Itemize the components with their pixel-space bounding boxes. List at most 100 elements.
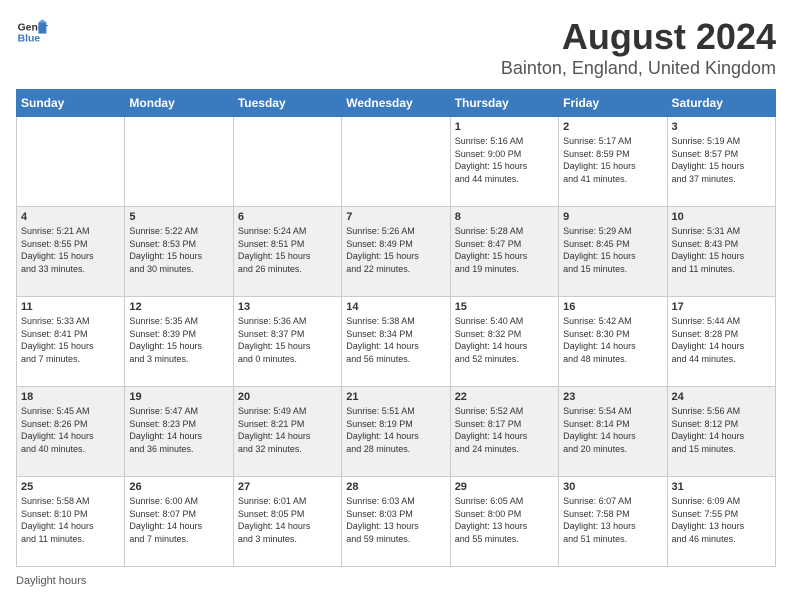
day-number: 25 [21,481,120,493]
calendar-cell: 21 Sunrise: 5:51 AM Sunset: 8:19 PM Dayli… [342,387,450,477]
day-number: 24 [672,391,771,403]
day-info: Sunrise: 5:44 AM Sunset: 8:28 PM Dayligh… [672,315,771,365]
day-info: Sunrise: 5:33 AM Sunset: 8:41 PM Dayligh… [21,315,120,365]
day-header-saturday: Saturday [667,90,775,117]
week-row-4: 18 Sunrise: 5:45 AM Sunset: 8:26 PM Dayli… [17,387,776,477]
logo: General Blue [16,16,48,48]
day-number: 9 [563,211,662,223]
daylight-hours-label: Daylight hours [16,575,86,587]
day-number: 21 [346,391,445,403]
day-header-wednesday: Wednesday [342,90,450,117]
day-header-thursday: Thursday [450,90,558,117]
calendar-cell: 2Sunrise: 5:17 AM Sunset: 8:59 PM Daylig… [559,117,667,207]
calendar-cell [125,117,233,207]
day-number: 4 [21,211,120,223]
day-info: Sunrise: 5:29 AM Sunset: 8:45 PM Dayligh… [563,225,662,275]
calendar-cell: 18 Sunrise: 5:45 AM Sunset: 8:26 PM Dayli… [17,387,125,477]
day-info: Sunrise: 5:24 AM Sunset: 8:51 PM Dayligh… [238,225,337,275]
day-number: 22 [455,391,554,403]
calendar-cell: 8 Sunrise: 5:28 AM Sunset: 8:47 PM Daylig… [450,207,558,297]
calendar-cell: 25 Sunrise: 5:58 AM Sunset: 8:10 PM Dayli… [17,477,125,567]
calendar-cell: 10 Sunrise: 5:31 AM Sunset: 8:43 PM Dayli… [667,207,775,297]
day-number: 30 [563,481,662,493]
day-number: 5 [129,211,228,223]
calendar-cell: 19 Sunrise: 5:47 AM Sunset: 8:23 PM Dayli… [125,387,233,477]
calendar-cell: 4 Sunrise: 5:21 AM Sunset: 8:55 PM Daylig… [17,207,125,297]
calendar-cell: 26 Sunrise: 6:00 AM Sunset: 8:07 PM Dayli… [125,477,233,567]
day-header-tuesday: Tuesday [233,90,341,117]
day-number: 8 [455,211,554,223]
week-row-5: 25 Sunrise: 5:58 AM Sunset: 8:10 PM Dayli… [17,477,776,567]
calendar-cell: 5 Sunrise: 5:22 AM Sunset: 8:53 PM Daylig… [125,207,233,297]
day-number: 18 [21,391,120,403]
day-info: Sunrise: 5:40 AM Sunset: 8:32 PM Dayligh… [455,315,554,365]
calendar-cell [17,117,125,207]
subtitle: Bainton, England, United Kingdom [501,58,776,79]
day-number: 13 [238,301,337,313]
day-info: Sunrise: 5:56 AM Sunset: 8:12 PM Dayligh… [672,405,771,455]
day-number: 16 [563,301,662,313]
day-info: Sunrise: 5:52 AM Sunset: 8:17 PM Dayligh… [455,405,554,455]
day-header-sunday: Sunday [17,90,125,117]
day-info: Sunrise: 5:58 AM Sunset: 8:10 PM Dayligh… [21,495,120,545]
day-info: Sunrise: 5:28 AM Sunset: 8:47 PM Dayligh… [455,225,554,275]
calendar-cell: 31Sunrise: 6:09 AM Sunset: 7:55 PM Dayli… [667,477,775,567]
day-info: Sunrise: 6:05 AM Sunset: 8:00 PM Dayligh… [455,495,554,545]
calendar-cell: 23Sunrise: 5:54 AM Sunset: 8:14 PM Dayli… [559,387,667,477]
week-row-2: 4 Sunrise: 5:21 AM Sunset: 8:55 PM Daylig… [17,207,776,297]
day-number: 29 [455,481,554,493]
header: General Blue August 2024 Bainton, Englan… [16,16,776,79]
day-info: Sunrise: 5:45 AM Sunset: 8:26 PM Dayligh… [21,405,120,455]
day-info: Sunrise: 5:49 AM Sunset: 8:21 PM Dayligh… [238,405,337,455]
calendar-cell: 13 Sunrise: 5:36 AM Sunset: 8:37 PM Dayli… [233,297,341,387]
calendar-cell: 7 Sunrise: 5:26 AM Sunset: 8:49 PM Daylig… [342,207,450,297]
calendar-cell: 20 Sunrise: 5:49 AM Sunset: 8:21 PM Dayli… [233,387,341,477]
week-row-1: 1Sunrise: 5:16 AM Sunset: 9:00 PM Daylig… [17,117,776,207]
day-info: Sunrise: 6:00 AM Sunset: 8:07 PM Dayligh… [129,495,228,545]
day-info: Sunrise: 6:01 AM Sunset: 8:05 PM Dayligh… [238,495,337,545]
day-info: Sunrise: 5:17 AM Sunset: 8:59 PM Dayligh… [563,135,662,185]
day-info: Sunrise: 5:19 AM Sunset: 8:57 PM Dayligh… [672,135,771,185]
calendar-header: SundayMondayTuesdayWednesdayThursdayFrid… [17,90,776,117]
svg-text:Blue: Blue [18,34,41,45]
calendar-cell: 24 Sunrise: 5:56 AM Sunset: 8:12 PM Dayli… [667,387,775,477]
day-info: Sunrise: 5:21 AM Sunset: 8:55 PM Dayligh… [21,225,120,275]
day-number: 26 [129,481,228,493]
day-number: 12 [129,301,228,313]
calendar-cell [233,117,341,207]
day-info: Sunrise: 6:03 AM Sunset: 8:03 PM Dayligh… [346,495,445,545]
calendar-cell: 1Sunrise: 5:16 AM Sunset: 9:00 PM Daylig… [450,117,558,207]
day-info: Sunrise: 5:22 AM Sunset: 8:53 PM Dayligh… [129,225,228,275]
calendar-cell: 15Sunrise: 5:40 AM Sunset: 8:32 PM Dayli… [450,297,558,387]
day-number: 3 [672,121,771,133]
day-number: 17 [672,301,771,313]
day-info: Sunrise: 5:47 AM Sunset: 8:23 PM Dayligh… [129,405,228,455]
day-number: 1 [455,121,554,133]
calendar-cell: 29 Sunrise: 6:05 AM Sunset: 8:00 PM Dayli… [450,477,558,567]
day-number: 7 [346,211,445,223]
day-info: Sunrise: 5:51 AM Sunset: 8:19 PM Dayligh… [346,405,445,455]
day-number: 20 [238,391,337,403]
calendar-table: SundayMondayTuesdayWednesdayThursdayFrid… [16,89,776,567]
day-info: Sunrise: 5:26 AM Sunset: 8:49 PM Dayligh… [346,225,445,275]
calendar-body: 1Sunrise: 5:16 AM Sunset: 9:00 PM Daylig… [17,117,776,567]
day-number: 14 [346,301,445,313]
day-header-friday: Friday [559,90,667,117]
day-number: 19 [129,391,228,403]
day-number: 10 [672,211,771,223]
calendar-cell: 12Sunrise: 5:35 AM Sunset: 8:39 PM Dayli… [125,297,233,387]
logo-icon: General Blue [16,16,48,48]
day-info: Sunrise: 5:54 AM Sunset: 8:14 PM Dayligh… [563,405,662,455]
title-section: August 2024 Bainton, England, United Kin… [501,16,776,79]
day-info: Sunrise: 6:07 AM Sunset: 7:58 PM Dayligh… [563,495,662,545]
day-header-monday: Monday [125,90,233,117]
calendar-cell: 14Sunrise: 5:38 AM Sunset: 8:34 PM Dayli… [342,297,450,387]
day-number: 27 [238,481,337,493]
day-number: 31 [672,481,771,493]
calendar-cell: 28 Sunrise: 6:03 AM Sunset: 8:03 PM Dayli… [342,477,450,567]
calendar-cell: 9 Sunrise: 5:29 AM Sunset: 8:45 PM Daylig… [559,207,667,297]
day-number: 28 [346,481,445,493]
day-info: Sunrise: 5:31 AM Sunset: 8:43 PM Dayligh… [672,225,771,275]
day-info: Sunrise: 5:36 AM Sunset: 8:37 PM Dayligh… [238,315,337,365]
main-title: August 2024 [501,16,776,58]
